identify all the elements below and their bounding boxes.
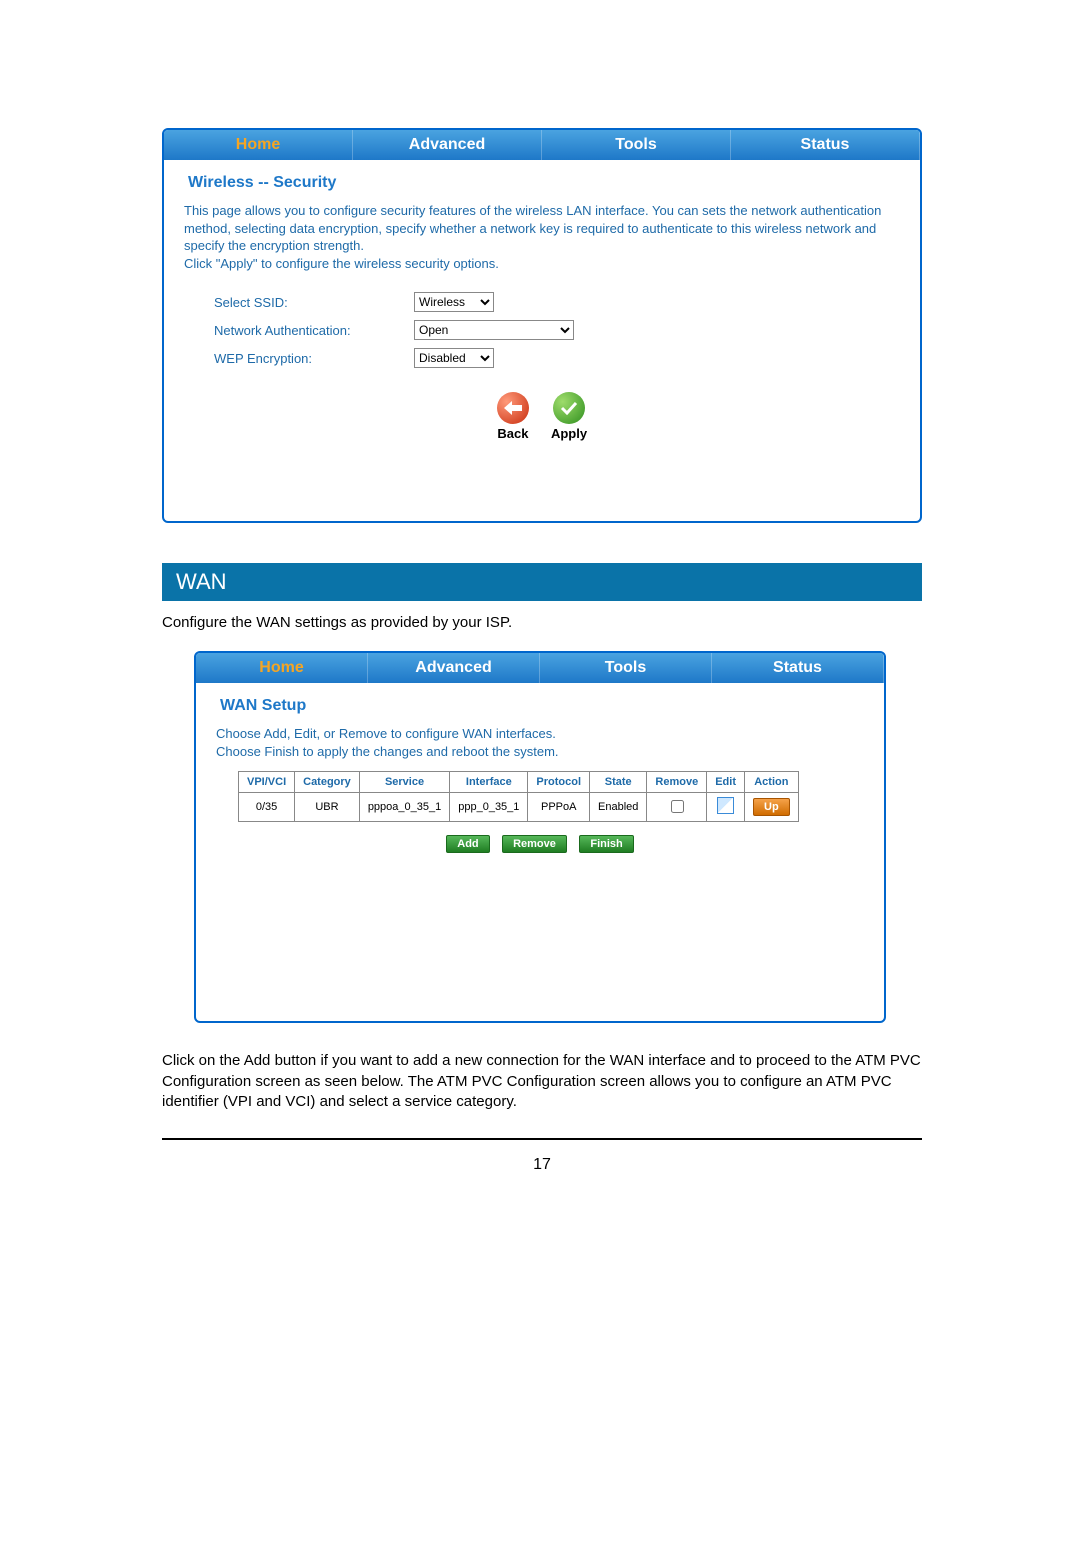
page-description: This page allows you to configure securi… — [184, 202, 900, 272]
cell-state: Enabled — [590, 792, 647, 821]
page-title: Wireless -- Security — [188, 174, 900, 192]
wireless-security-panel: Home Advanced Tools Status Wireless -- S… — [162, 128, 922, 523]
page-title: WAN Setup — [220, 697, 864, 715]
wan-intro-text: Configure the WAN settings as provided b… — [162, 613, 922, 633]
col-state: State — [590, 771, 647, 792]
auth-select[interactable]: Open — [414, 320, 574, 340]
wep-label: WEP Encryption: — [184, 351, 414, 366]
col-protocol: Protocol — [528, 771, 590, 792]
tab-home[interactable]: Home — [196, 653, 368, 683]
ssid-label: Select SSID: — [184, 295, 414, 310]
col-category: Category — [295, 771, 360, 792]
page-number: 17 — [162, 1156, 922, 1174]
tabbar: Home Advanced Tools Status — [164, 130, 920, 160]
check-icon — [553, 392, 585, 424]
action-up-button[interactable]: Up — [753, 798, 790, 816]
col-interface: Interface — [450, 771, 528, 792]
col-service: Service — [359, 771, 449, 792]
auth-label: Network Authentication: — [184, 323, 414, 338]
tab-advanced[interactable]: Advanced — [368, 653, 540, 683]
tabbar: Home Advanced Tools Status — [196, 653, 884, 683]
back-arrow-icon — [497, 392, 529, 424]
tab-status[interactable]: Status — [731, 130, 920, 160]
add-button[interactable]: Add — [446, 835, 489, 853]
tab-advanced[interactable]: Advanced — [353, 130, 542, 160]
apply-button[interactable]: Apply — [551, 392, 587, 441]
remove-button[interactable]: Remove — [502, 835, 567, 853]
cell-interface: ppp_0_35_1 — [450, 792, 528, 821]
cell-category: UBR — [295, 792, 360, 821]
col-vpivci: VPI/VCI — [239, 771, 295, 792]
edit-icon[interactable] — [717, 797, 734, 814]
col-edit: Edit — [707, 771, 745, 792]
wan-table: VPI/VCI Category Service Interface Proto… — [238, 771, 799, 822]
back-button[interactable]: Back — [497, 392, 529, 441]
page-description: Choose Add, Edit, or Remove to configure… — [216, 725, 864, 760]
wep-select[interactable]: Disabled — [414, 348, 494, 368]
cell-service: pppoa_0_35_1 — [359, 792, 449, 821]
cell-protocol: PPPoA — [528, 792, 590, 821]
tab-tools[interactable]: Tools — [542, 130, 731, 160]
footer-text: Click on the Add button if you want to a… — [162, 1051, 922, 1112]
divider — [162, 1138, 922, 1140]
ssid-select[interactable]: Wireless — [414, 292, 494, 312]
col-action: Action — [745, 771, 799, 792]
finish-button[interactable]: Finish — [579, 835, 633, 853]
back-label: Back — [497, 426, 528, 441]
remove-checkbox[interactable] — [671, 800, 684, 813]
table-row: 0/35 UBR pppoa_0_35_1 ppp_0_35_1 PPPoA E… — [239, 792, 799, 821]
col-remove: Remove — [647, 771, 707, 792]
tab-home[interactable]: Home — [164, 130, 353, 160]
wan-setup-panel: Home Advanced Tools Status WAN Setup Cho… — [194, 651, 886, 1023]
cell-vpivci: 0/35 — [239, 792, 295, 821]
tab-status[interactable]: Status — [712, 653, 884, 683]
section-heading-wan: WAN — [162, 563, 922, 601]
apply-label: Apply — [551, 426, 587, 441]
table-header-row: VPI/VCI Category Service Interface Proto… — [239, 771, 799, 792]
tab-tools[interactable]: Tools — [540, 653, 712, 683]
